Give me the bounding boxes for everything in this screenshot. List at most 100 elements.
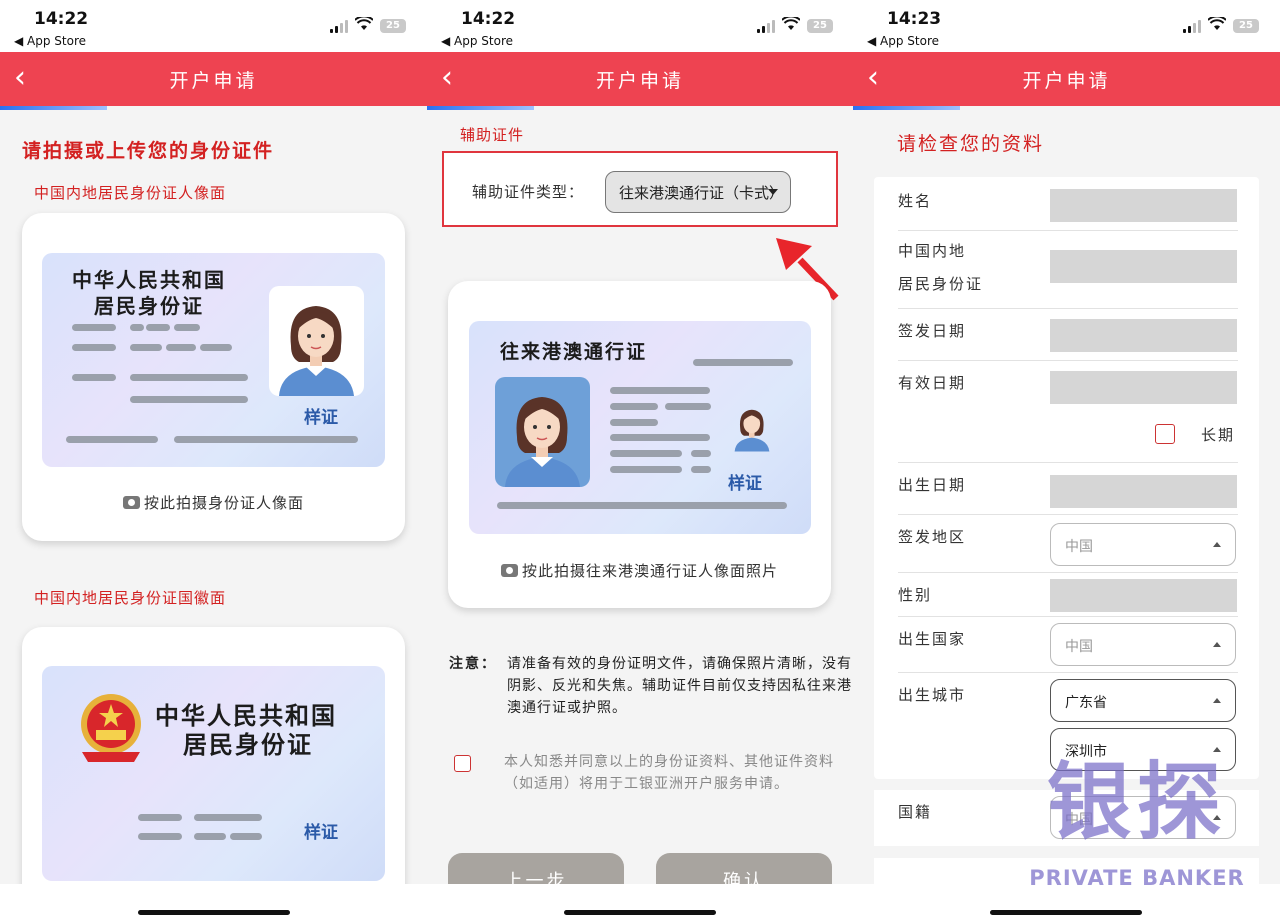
camera-icon [122,496,140,509]
info-form: 姓名 中国内地 居民身份证 签发日期 有效日期 长期 出生日期 签发地区 中国 … [874,177,1259,779]
field-id-card: 中国内地 居民身份证 [898,235,1238,309]
issue-region-select[interactable]: 中国 [1050,523,1236,566]
document-type-row: 辅助证件类型： 往来港澳通行证（卡式） [442,151,838,227]
nav-bar: ‹ 开户申请 [853,52,1280,106]
id-back-title-2: 居民身份证 [183,730,313,759]
field-label: 居民身份证 [898,275,984,293]
document-type-label: 辅助证件类型： [472,183,585,201]
progress-indicator [0,106,107,110]
signal-icon [757,19,775,33]
notice-text: 请准备有效的身份证明文件，请确保照片清晰，没有阴影、反光和失焦。辅助证件目前仅支… [507,656,852,716]
birth-province-select[interactable]: 广东省 [1050,679,1236,722]
camera-icon [500,564,518,577]
birth-date-value[interactable] [1050,475,1237,508]
id-back-title-1: 中华人民共和国 [155,701,337,730]
nav-title: 开户申请 [595,70,684,92]
status-bar: 14:22 ◀ App Store 25 [427,0,853,52]
back-side-label: 中国内地居民身份证国徽面 [34,589,227,607]
id-front-title-1: 中华人民共和国 [72,268,226,292]
progress-indicator [853,106,960,110]
id-number-value[interactable] [1050,250,1237,283]
front-id-upload-card[interactable]: 中华人民共和国 居民身份证 样证 按此拍摄身份证人像面 [22,213,405,541]
status-time: 14:22 [461,9,516,29]
status-time: 14:23 [887,9,942,29]
battery-icon: 25 [380,19,406,33]
nav-title: 开户申请 [169,70,258,92]
status-bar: 14:23 ◀ App Store 25 [853,0,1280,52]
home-indicator [990,910,1142,915]
wifi-icon [781,15,801,35]
field-label: 出生城市 [898,686,967,704]
page-heading: 请检查您的资料 [897,133,1045,155]
watermark-logo: 银探 PRIVATE BANKER [1012,752,1262,890]
id-front-title-2: 居民身份证 [94,294,204,318]
watermark-subtext: PRIVATE BANKER [1029,866,1245,890]
pass-sample-image: 往来港澳通行证 样证 [469,321,811,534]
sample-stamp: 样证 [728,474,762,494]
home-indicator [138,910,290,915]
nav-bar: ‹ 开户申请 [427,52,853,106]
field-birth-country: 出生国家 中国 [898,623,1238,673]
wifi-icon [1207,15,1227,35]
name-value[interactable] [1050,189,1237,222]
field-label: 出生国家 [898,630,967,648]
status-bar: 14:22 ◀ App Store 25 [0,0,427,52]
signal-icon [1183,19,1201,33]
expiry-date-value[interactable] [1050,371,1237,404]
back-to-app-store-link[interactable]: ◀ App Store [441,34,513,48]
field-issue-region: 签发地区 中国 [898,521,1238,573]
back-to-app-store-link[interactable]: ◀ App Store [867,34,939,48]
avatar-small [730,397,774,455]
id-back-sample-image: 中华人民共和国 居民身份证 样证 [42,666,385,881]
field-expiry-date: 有效日期 长期 [898,367,1238,463]
field-birth-date: 出生日期 [898,469,1238,515]
birth-country-select[interactable]: 中国 [1050,623,1236,666]
progress-indicator [427,106,534,110]
field-gender: 性别 [898,579,1238,617]
section-label: 辅助证件 [460,126,525,144]
pass-capture-caption: 按此拍摄往来港澳通行证人像面照片 [448,560,831,581]
back-to-app-store-link[interactable]: ◀ App Store [14,34,86,48]
avatar [495,377,590,487]
caret-down-icon [768,189,778,195]
field-label: 有效日期 [898,374,967,392]
page-heading: 请拍摄或上传您的身份证件 [22,140,275,162]
document-type-select[interactable]: 往来港澳通行证（卡式） [605,171,791,213]
sample-stamp: 样证 [304,408,338,428]
id-front-sample-image: 中华人民共和国 居民身份证 样证 [42,253,385,467]
front-side-label: 中国内地居民身份证人像面 [34,184,227,202]
field-label: 签发地区 [898,528,967,546]
field-issue-date: 签发日期 [898,315,1238,361]
long-term-label: 长期 [1201,426,1236,444]
field-label: 国籍 [898,803,933,821]
field-label: 签发日期 [898,322,967,340]
sample-stamp: 样证 [304,823,338,843]
front-capture-caption: 按此拍摄身份证人像面 [22,492,405,513]
pass-card-title: 往来港澳通行证 [500,341,648,363]
consent-checkbox[interactable] [454,755,471,772]
battery-icon: 25 [807,19,833,33]
issue-date-value[interactable] [1050,319,1237,352]
nav-title: 开户申请 [1022,70,1111,92]
signal-icon [330,19,348,33]
wifi-icon [354,15,374,35]
status-time: 14:22 [34,9,89,29]
battery-icon: 25 [1233,19,1259,33]
field-label: 中国内地 [898,242,967,260]
notice-title: 注意： [449,656,497,672]
screen-auxiliary-document: 14:22 ◀ App Store 25 ‹ 开户申请 辅助证件 辅助证件类型：… [427,0,853,923]
pass-upload-card[interactable]: 往来港澳通行证 样证 按此拍摄往来港澳通行证人像面照片 [448,281,831,608]
nav-bar: ‹ 开户申请 [0,52,427,106]
field-label: 出生日期 [898,476,967,494]
gender-value[interactable] [1050,579,1237,612]
long-term-checkbox[interactable] [1155,424,1175,444]
watermark-text: 银探 [1046,753,1227,851]
home-indicator [564,910,716,915]
field-label: 性别 [898,586,933,604]
national-emblem-icon [76,690,146,764]
back-id-upload-card[interactable]: 中华人民共和国 居民身份证 样证 [22,627,405,923]
field-name: 姓名 [898,185,1238,231]
caret-up-icon [1213,542,1221,547]
caret-up-icon [1213,698,1221,703]
screen-id-capture: 14:22 ◀ App Store 25 ‹ 开户申请 请拍摄或上传您的身份证件… [0,0,427,923]
